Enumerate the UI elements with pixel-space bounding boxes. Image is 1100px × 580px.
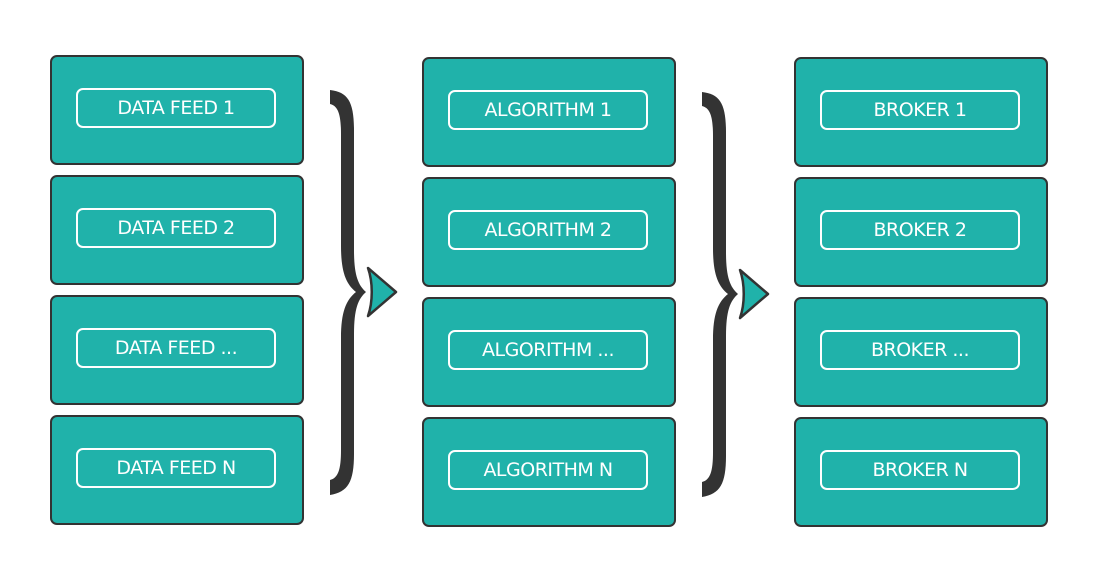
curly-brace-icon [330,90,366,495]
broker-box: BROKER 2 [794,177,1048,287]
data-feed-box: DATA FEED 1 [50,55,304,165]
connector-algorithms-to-brokers [702,92,770,497]
data-feed-label: DATA FEED ... [76,328,276,368]
algorithm-label: ALGORITHM 1 [448,90,648,130]
curly-brace-icon [702,92,738,497]
algorithm-box: ALGORITHM 1 [422,57,676,167]
data-feed-label: DATA FEED N [76,448,276,488]
data-feed-box: DATA FEED N [50,415,304,525]
broker-box: BROKER 1 [794,57,1048,167]
broker-label: BROKER 1 [820,90,1020,130]
data-feed-box: DATA FEED 2 [50,175,304,285]
algorithm-label: ALGORITHM N [448,450,648,490]
broker-box: BROKER ... [794,297,1048,407]
broker-label: BROKER N [820,450,1020,490]
algorithm-label: ALGORITHM 2 [448,210,648,250]
algorithm-box: ALGORITHM N [422,417,676,527]
broker-box: BROKER N [794,417,1048,527]
arrow-right-icon [738,268,770,320]
data-feed-label: DATA FEED 2 [76,208,276,248]
algorithm-box: ALGORITHM 2 [422,177,676,287]
connector-feeds-to-algorithms [330,90,398,495]
data-feed-box: DATA FEED ... [50,295,304,405]
data-feed-label: DATA FEED 1 [76,88,276,128]
algorithm-label: ALGORITHM ... [448,330,648,370]
broker-label: BROKER 2 [820,210,1020,250]
arrow-right-icon [366,266,398,318]
broker-label: BROKER ... [820,330,1020,370]
algorithm-box: ALGORITHM ... [422,297,676,407]
